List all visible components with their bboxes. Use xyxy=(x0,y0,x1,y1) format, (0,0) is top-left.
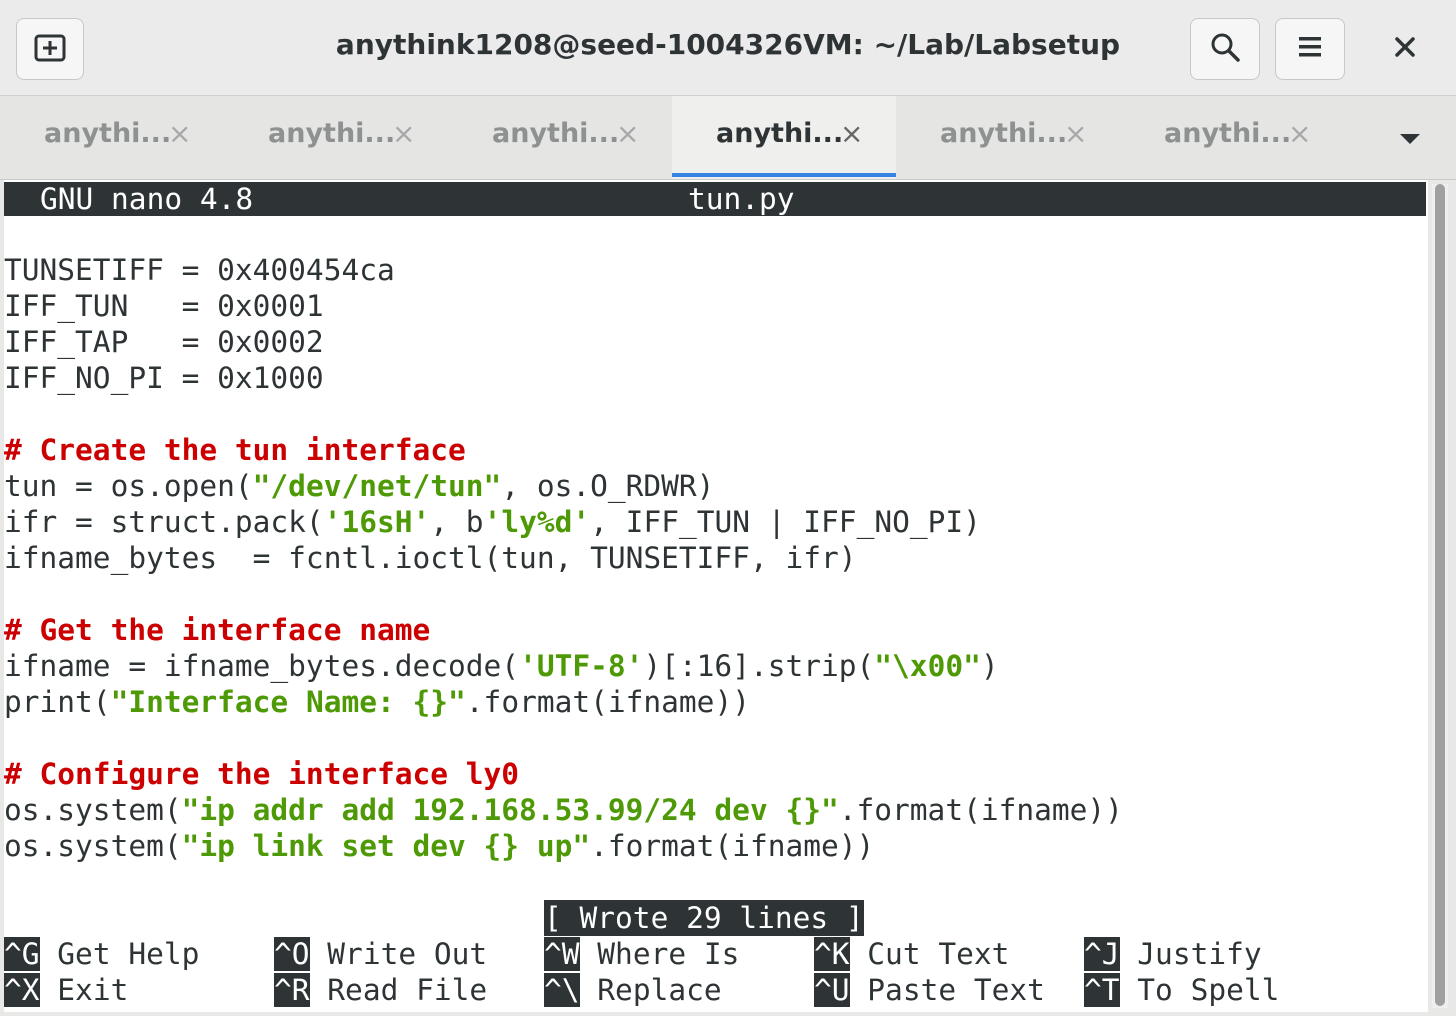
shortcut-justify[interactable]: ^J Justify xyxy=(1084,936,1262,972)
search-button[interactable] xyxy=(1190,18,1260,80)
new-tab-button[interactable] xyxy=(16,18,84,80)
code-line: ifname = ifname_bytes.decode('UTF-8')[:1… xyxy=(4,649,999,683)
nano-version: GNU nano 4.8 xyxy=(40,182,254,216)
scrollbar-thumb[interactable] xyxy=(1435,184,1445,1006)
code-line: os.system("ip link set dev {} up".format… xyxy=(4,829,875,863)
tab-close-icon[interactable]: × xyxy=(392,120,415,148)
shortcut-replace[interactable]: ^\ Replace xyxy=(544,972,722,1008)
tab-close-icon[interactable]: × xyxy=(168,120,191,148)
close-window-button[interactable] xyxy=(1376,20,1434,78)
tab-label: anythi... xyxy=(268,118,396,149)
code-line: os.system("ip addr add 192.168.53.99/24 … xyxy=(4,793,1123,827)
code-line: print("Interface Name: {}".format(ifname… xyxy=(4,685,750,719)
code-line: IFF_TAP = 0x0002 xyxy=(4,325,324,359)
chevron-down-icon xyxy=(1380,134,1440,160)
tab-bar: anythi... × anythi... × anythi... × anyt… xyxy=(0,96,1456,180)
code-line: tun = os.open("/dev/net/tun", os.O_RDWR) xyxy=(4,469,715,503)
code-comment: # Get the interface name xyxy=(4,613,431,647)
tab-1[interactable]: anythi... × xyxy=(0,96,224,179)
shortcut-to-spell[interactable]: ^T To Spell xyxy=(1084,972,1279,1008)
shortcut-get-help[interactable]: ^G Get Help xyxy=(4,936,199,972)
shortcut-exit[interactable]: ^X Exit xyxy=(4,972,128,1008)
tab-close-icon[interactable]: × xyxy=(616,120,639,148)
header-bar: anythink1208@seed-1004326VM: ~/Lab/Labse… xyxy=(0,0,1456,96)
nano-title-bar: GNU nano 4.8 tun.py xyxy=(4,182,1426,216)
tab-label: anythi... xyxy=(940,118,1068,149)
shortcut-read-file[interactable]: ^R Read File xyxy=(274,972,487,1008)
terminal-area[interactable]: GNU nano 4.8 tun.py TUNSETIFF = 0x400454… xyxy=(4,180,1428,1012)
tab-close-icon[interactable]: × xyxy=(840,120,863,148)
status-message: [ Wrote 29 lines ] xyxy=(544,900,864,936)
window-title: anythink1208@seed-1004326VM: ~/Lab/Labse… xyxy=(335,28,1121,61)
code-line: IFF_TUN = 0x0001 xyxy=(4,289,324,323)
active-tab-indicator xyxy=(672,173,896,177)
tab-close-icon[interactable]: × xyxy=(1064,120,1087,148)
code-line: ifr = struct.pack('16sH', b'ly%d', IFF_T… xyxy=(4,505,981,539)
code-comment: # Create the tun interface xyxy=(4,433,466,467)
tab-5[interactable]: anythi... × xyxy=(896,96,1120,179)
code-comment: # Configure the interface ly0 xyxy=(4,757,520,791)
menu-button[interactable] xyxy=(1275,18,1345,80)
tab-6[interactable]: anythi... × xyxy=(1120,96,1344,179)
nano-filename: tun.py xyxy=(688,182,795,216)
tab-label: anythi... xyxy=(44,118,172,149)
tab-3[interactable]: anythi... × xyxy=(448,96,672,179)
shortcut-cut-text[interactable]: ^K Cut Text xyxy=(814,936,1009,972)
tab-overflow-button[interactable] xyxy=(1380,120,1440,156)
terminal-scrollbar[interactable] xyxy=(1432,184,1448,1008)
search-icon xyxy=(1209,31,1241,67)
code-line: TUNSETIFF = 0x400454ca xyxy=(4,253,395,287)
code-line: ifname_bytes = fcntl.ioctl(tun, TUNSETIF… xyxy=(4,541,857,575)
tab-2[interactable]: anythi... × xyxy=(224,96,448,179)
new-tab-icon xyxy=(33,30,67,68)
code-line: IFF_NO_PI = 0x1000 xyxy=(4,361,324,395)
tab-4-active[interactable]: anythi... × xyxy=(672,96,896,179)
tab-label: anythi... xyxy=(716,118,844,149)
close-icon xyxy=(1394,36,1416,62)
shortcut-write-out[interactable]: ^O Write Out xyxy=(274,936,487,972)
hamburger-menu-icon xyxy=(1297,35,1323,63)
shortcut-paste-text[interactable]: ^U Paste Text xyxy=(814,972,1045,1008)
shortcut-where-is[interactable]: ^W Where Is xyxy=(544,936,739,972)
tab-label: anythi... xyxy=(1164,118,1292,149)
tab-close-icon[interactable]: × xyxy=(1288,120,1311,148)
tab-label: anythi... xyxy=(492,118,620,149)
